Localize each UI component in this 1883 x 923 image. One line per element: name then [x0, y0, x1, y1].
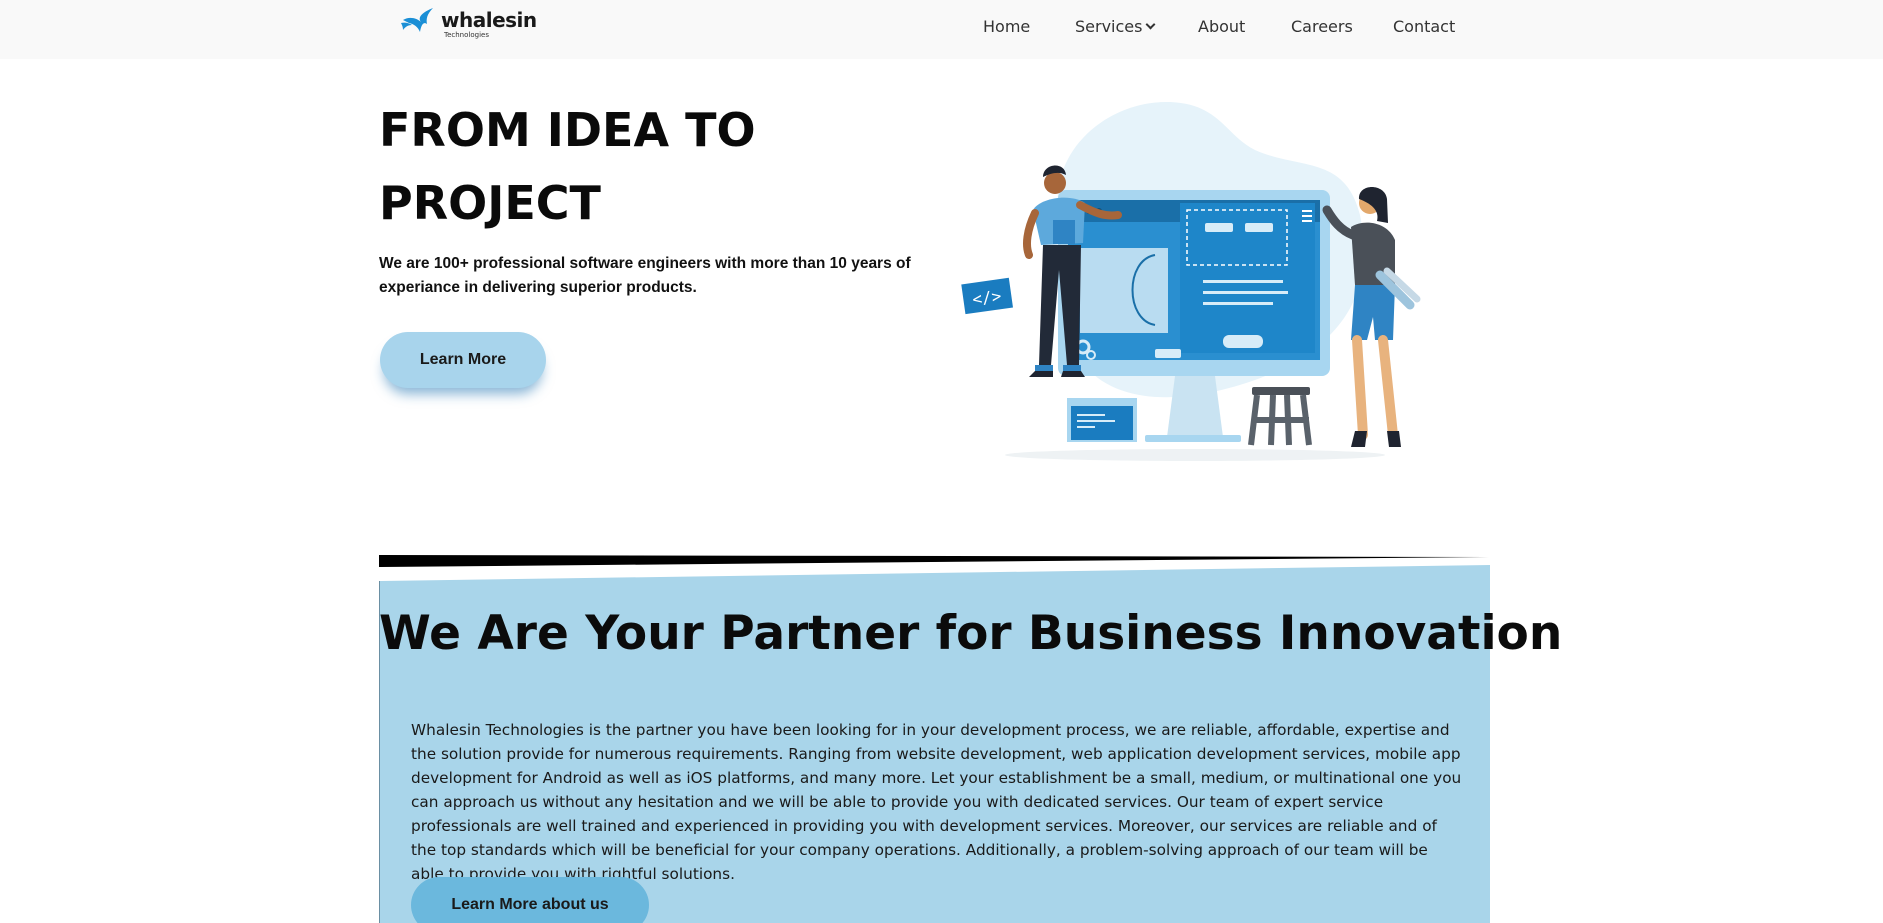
screen-canvas: [1080, 248, 1168, 333]
partner-title: We Are Your Partner for Business Innovat…: [379, 606, 1563, 661]
partner-body: Whalesin Technologies is the partner you…: [411, 721, 1462, 883]
brand-tagline: Technologies: [444, 31, 489, 39]
top-navbar: whalesin Technologies Home Services Abou…: [0, 0, 1883, 59]
nav-careers[interactable]: Careers: [1291, 17, 1353, 36]
hero-title-line-1: FROM IDEA TO: [379, 103, 756, 157]
brand-logo[interactable]: whalesin Technologies: [399, 6, 537, 42]
hero-subtitle: We are 100+ professional software engine…: [379, 255, 911, 296]
nav-contact[interactable]: Contact: [1393, 17, 1455, 36]
learn-more-button[interactable]: Learn More: [380, 332, 546, 388]
ground-shadow: [1005, 449, 1385, 461]
svg-text:</>: </>: [971, 286, 1002, 309]
nav-home[interactable]: Home: [983, 17, 1030, 36]
hero-illustration: </>: [961, 101, 1421, 461]
nav-about[interactable]: About: [1198, 17, 1245, 36]
nav-services[interactable]: Services: [1075, 17, 1156, 36]
hero-title: FROM IDEA TO PROJECT: [379, 94, 879, 240]
hero-title-line-2: PROJECT: [379, 176, 601, 230]
chevron-down-icon: [1146, 19, 1156, 30]
stool: [1252, 387, 1310, 395]
learn-more-about-us-button[interactable]: Learn More about us: [411, 877, 649, 923]
monitor-stand: [1167, 376, 1223, 437]
nav-services-label: Services: [1075, 17, 1143, 36]
whale-tail-icon: [401, 8, 433, 32]
brand-name: whalesin: [441, 8, 537, 32]
